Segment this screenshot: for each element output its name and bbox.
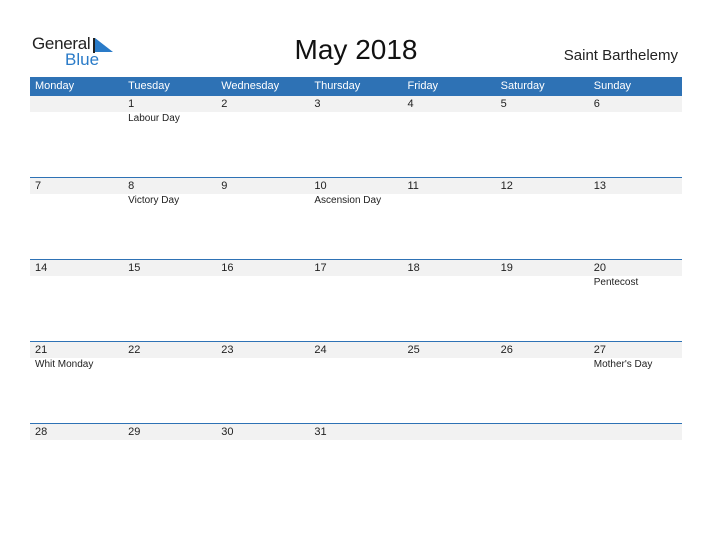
- holiday-label: [30, 276, 123, 290]
- holiday-label: [216, 112, 309, 126]
- holiday-label: [403, 358, 496, 372]
- holiday-label: Whit Monday: [35, 359, 94, 370]
- day-number: [496, 424, 589, 440]
- day-number: 2: [221, 98, 228, 110]
- holiday-label: Mother's Day: [593, 359, 653, 370]
- day-number: 18: [407, 262, 420, 274]
- day-number: [589, 424, 682, 440]
- day-number-row: 21 22 23 24 25 26 27: [30, 342, 682, 358]
- day-number-row: 7 8 9 10 11 12 13: [30, 178, 682, 194]
- day-number: 29: [128, 426, 141, 438]
- holiday-label: [403, 194, 496, 208]
- holiday-label: [403, 112, 496, 126]
- holiday-label: [309, 276, 402, 290]
- holiday-label: [589, 112, 682, 126]
- day-number: 28: [35, 426, 48, 438]
- weekday-label: Tuesday: [128, 80, 170, 92]
- holiday-label: [496, 194, 589, 208]
- holiday-label: [496, 112, 589, 126]
- day-number: 25: [407, 344, 420, 356]
- day-number: 20: [593, 262, 606, 274]
- day-number: 16: [221, 262, 234, 274]
- day-number-row: 14 15 16 17 18 19 20: [30, 260, 682, 276]
- day-number: 8: [128, 180, 135, 192]
- day-number: 21: [35, 344, 48, 356]
- day-number: 27: [593, 344, 606, 356]
- event-row: Victory Day Ascension Day: [30, 194, 682, 208]
- day-number: [30, 96, 123, 112]
- holiday-label: Labour Day: [128, 113, 180, 124]
- holiday-label: [216, 358, 309, 372]
- week-row: 14 15 16 17 18 19 20 Pentecost: [30, 259, 682, 341]
- holiday-label: [30, 194, 123, 208]
- day-number: 24: [314, 344, 327, 356]
- week-row: 7 8 9 10 11 12 13 Victory Day Ascension Day: [30, 177, 682, 259]
- day-number: 4: [407, 98, 414, 110]
- day-number-row: 28 29 30 31: [30, 424, 682, 440]
- holiday-label: [309, 358, 402, 372]
- holiday-label: Ascension Day: [314, 195, 382, 206]
- day-number: 7: [35, 180, 42, 192]
- weekday-label: Sunday: [593, 80, 632, 92]
- holiday-label: [123, 276, 216, 290]
- holiday-label: [496, 358, 589, 372]
- weekday-label: Wednesday: [221, 80, 280, 92]
- weekday-label: Saturday: [500, 80, 545, 92]
- day-number: 9: [221, 180, 228, 192]
- day-number: 26: [500, 344, 513, 356]
- day-number: 14: [35, 262, 48, 274]
- weekday-label: Thursday: [314, 80, 361, 92]
- day-number: 15: [128, 262, 141, 274]
- day-number: 6: [593, 98, 600, 110]
- week-row: 28 29 30 31: [30, 423, 682, 505]
- weekday-header: Monday Tuesday Wednesday Thursday Friday…: [30, 77, 682, 96]
- region-name: Saint Barthelemy: [563, 47, 678, 64]
- holiday-label: [216, 194, 309, 208]
- day-number: 13: [593, 180, 606, 192]
- holiday-label: Victory Day: [128, 195, 180, 206]
- day-number: 23: [221, 344, 234, 356]
- holiday-label: [216, 276, 309, 290]
- holiday-label: [30, 112, 123, 126]
- day-number: 11: [407, 180, 419, 192]
- calendar-grid: Monday Tuesday Wednesday Thursday Friday…: [30, 77, 682, 505]
- holiday-label: Pentecost: [593, 277, 639, 288]
- day-number: 10: [314, 180, 327, 192]
- week-row: 21 22 23 24 25 26 27 Whit Monday Mother's Day: [30, 341, 682, 423]
- event-row: Labour Day: [30, 112, 682, 126]
- day-number: 19: [500, 262, 513, 274]
- day-number: 22: [128, 344, 141, 356]
- day-number: 31: [314, 426, 327, 438]
- day-number: 1: [128, 98, 135, 110]
- holiday-label: [589, 194, 682, 208]
- weekday-label: Friday: [407, 80, 439, 92]
- holiday-label: [309, 112, 402, 126]
- event-row: Pentecost: [30, 276, 682, 290]
- day-number-row: 1 2 3 4 5 6: [30, 96, 682, 112]
- day-number: 5: [500, 98, 507, 110]
- day-number: [403, 424, 496, 440]
- holiday-label: [496, 276, 589, 290]
- holiday-label: [403, 276, 496, 290]
- week-row: 1 2 3 4 5 6 Labour Day: [30, 96, 682, 177]
- day-number: 17: [314, 262, 327, 274]
- holiday-label: [123, 358, 216, 372]
- day-number: 30: [221, 426, 234, 438]
- event-row: Whit Monday Mother's Day: [30, 358, 682, 372]
- day-number: 12: [500, 180, 513, 192]
- weekday-label: Monday: [35, 80, 75, 92]
- day-number: 3: [314, 98, 321, 110]
